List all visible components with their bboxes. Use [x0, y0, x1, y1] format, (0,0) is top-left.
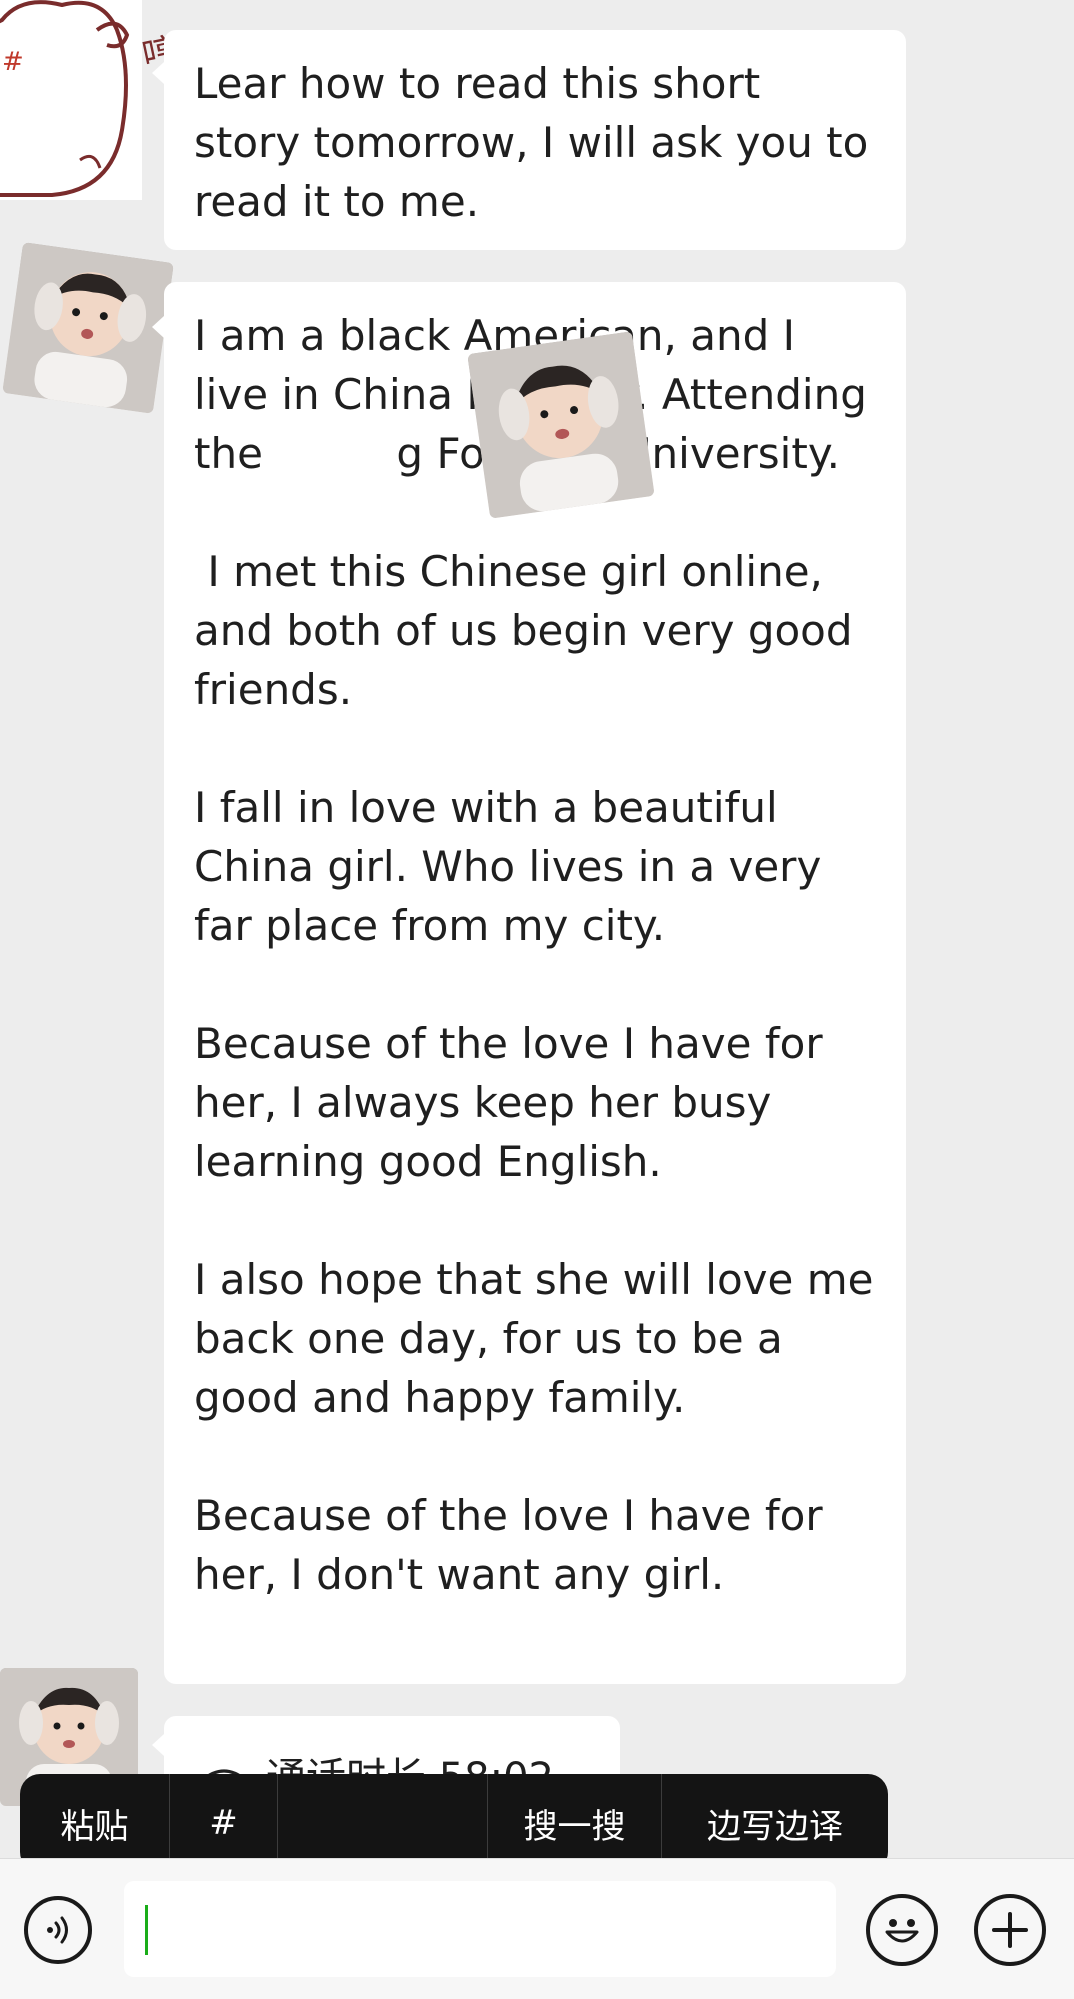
message-paragraph: Because of the love I have for her, I al…	[194, 1019, 836, 1186]
emoji-icon	[885, 1919, 919, 1943]
overlay-sticker[interactable]	[467, 331, 655, 519]
svg-text:~~~~~: ~~~~~	[22, 0, 114, 4]
emoji-button[interactable]	[866, 1894, 938, 1966]
bear-sticker-icon: # ~~~~~	[0, 0, 130, 197]
bubble-tail	[152, 1734, 164, 1756]
bubble-tail	[152, 316, 164, 338]
text-caret	[145, 1905, 148, 1955]
message-bubble[interactable]: Lear how to read this short story tomorr…	[164, 30, 906, 250]
bubble-tail	[152, 62, 164, 84]
sticker-image[interactable]: # ~~~~~	[0, 0, 142, 200]
voice-icon	[47, 1916, 68, 1944]
menu-item-label: 边写边译	[707, 1806, 843, 1847]
baby-sticker-icon	[467, 331, 655, 519]
plus-button[interactable]	[974, 1894, 1046, 1966]
baby-avatar-icon	[2, 242, 174, 414]
message-text: Lear how to read this short story tomorr…	[194, 59, 882, 226]
message-paragraph: Because of the love I have for her, I do…	[194, 1491, 836, 1599]
menu-item-label: 搜一搜	[523, 1806, 626, 1847]
voice-button[interactable]	[24, 1896, 92, 1964]
svg-text:#: #	[2, 47, 24, 77]
menu-item-label: 粘贴	[60, 1806, 129, 1847]
message-paragraph: I met this Chinese girl online, and both…	[194, 547, 866, 714]
input-bar	[0, 1858, 1074, 1999]
plus-icon	[992, 1912, 1028, 1948]
contact-avatar[interactable]	[2, 242, 174, 414]
message-paragraph: I fall in love with a beautiful China gi…	[194, 783, 835, 950]
menu-item-label: #	[209, 1803, 238, 1843]
chat-area[interactable]: # ~~~~~ 哼 Lear how to read this short st…	[0, 0, 1074, 1858]
message-input[interactable]	[124, 1881, 836, 1977]
message-paragraph: I also hope that she will love me back o…	[194, 1255, 887, 1422]
